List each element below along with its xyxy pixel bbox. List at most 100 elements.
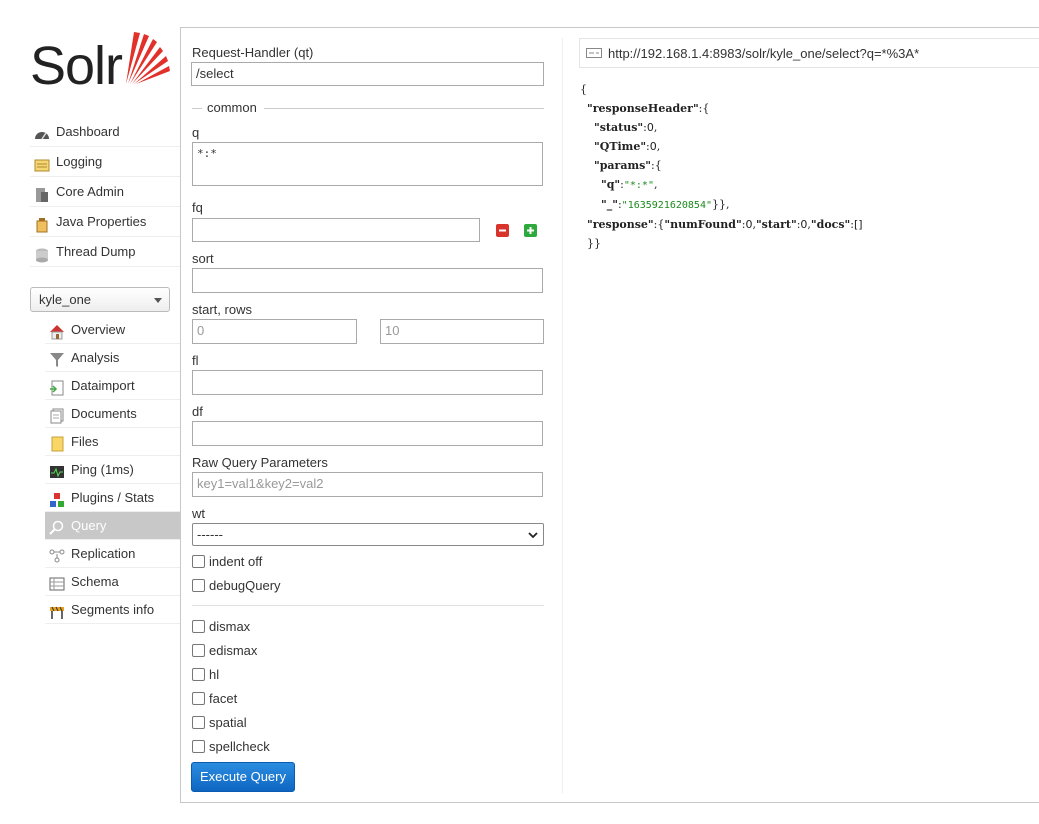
common-fieldset: common bbox=[192, 100, 544, 115]
json-value: 0 bbox=[800, 218, 808, 231]
execute-query-button[interactable]: Execute Query bbox=[191, 762, 295, 792]
core-selector-value: kyle_one bbox=[39, 292, 92, 307]
core-nav-item-schema[interactable]: Schema bbox=[45, 568, 180, 596]
fl-input[interactable] bbox=[192, 370, 543, 395]
checkbox-box[interactable] bbox=[192, 668, 205, 681]
hl-checkbox[interactable]: hl bbox=[192, 667, 219, 682]
json-brace: }} bbox=[587, 237, 601, 250]
core-nav-item-files[interactable]: Files bbox=[45, 428, 180, 456]
nav-label: Query bbox=[71, 517, 107, 533]
checkbox-box[interactable] bbox=[192, 740, 205, 753]
response-json: { "responseHeader":{ "status":0, "QTime"… bbox=[580, 83, 863, 250]
json-key: "q" bbox=[600, 178, 621, 191]
checkbox-label: indent off bbox=[209, 554, 263, 569]
logging-icon bbox=[34, 154, 50, 171]
sort-label: sort bbox=[192, 251, 214, 266]
documents-icon bbox=[49, 406, 65, 423]
core-nav: Overview Analysis Dataimport Documents F… bbox=[45, 316, 180, 624]
checkbox-box[interactable] bbox=[192, 579, 205, 592]
nav-label: Files bbox=[71, 433, 99, 449]
checkbox-box[interactable] bbox=[192, 555, 205, 568]
nav-item-logging[interactable]: Logging bbox=[30, 147, 180, 177]
nav-label: Segments info bbox=[71, 601, 155, 617]
json-key: "docs" bbox=[810, 218, 851, 231]
spellcheck-checkbox[interactable]: spellcheck bbox=[192, 739, 270, 754]
core-nav-item-analysis[interactable]: Analysis bbox=[45, 344, 180, 372]
wt-label: wt bbox=[192, 506, 205, 521]
core-selector[interactable]: kyle_one bbox=[30, 287, 170, 312]
core-nav-item-plugins[interactable]: Plugins / Stats bbox=[45, 484, 180, 512]
json-key: "numFound" bbox=[664, 218, 742, 231]
nav-item-thread-dump[interactable]: Thread Dump bbox=[30, 237, 180, 267]
json-value: "1635921620854" bbox=[621, 200, 712, 211]
checkbox-label: edismax bbox=[209, 643, 258, 658]
query-url-link[interactable]: http://192.168.1.4:8983/solr/kyle_one/se… bbox=[608, 46, 919, 61]
json-value: 0 bbox=[649, 140, 657, 153]
nav-label: Analysis bbox=[71, 349, 120, 365]
nav-label: Logging bbox=[56, 153, 103, 169]
checkbox-box[interactable] bbox=[192, 716, 205, 729]
logo-text: Solr bbox=[30, 36, 123, 96]
overview-icon bbox=[49, 322, 65, 339]
start-input[interactable]: 0 bbox=[192, 319, 357, 344]
json-key: "QTime" bbox=[594, 140, 647, 153]
checkbox-box[interactable] bbox=[192, 644, 205, 657]
nav-item-dashboard[interactable]: Dashboard bbox=[30, 117, 180, 147]
minus-icon bbox=[499, 229, 506, 232]
df-input[interactable] bbox=[192, 421, 543, 446]
ping-icon bbox=[49, 462, 65, 478]
dismax-checkbox[interactable]: dismax bbox=[192, 619, 250, 634]
core-admin-icon bbox=[34, 184, 50, 202]
nav-label: Thread Dump bbox=[56, 243, 136, 259]
json-value: 0 bbox=[745, 218, 753, 231]
json-key: "start" bbox=[755, 218, 797, 231]
core-nav-item-documents[interactable]: Documents bbox=[45, 400, 180, 428]
edismax-checkbox[interactable]: edismax bbox=[192, 643, 257, 658]
chevron-down-icon bbox=[154, 298, 162, 303]
checkbox-label: spatial bbox=[209, 715, 247, 730]
thread-dump-icon bbox=[34, 244, 50, 262]
nav-item-core-admin[interactable]: Core Admin bbox=[30, 177, 180, 207]
nav-label: Dashboard bbox=[56, 123, 120, 139]
solr-logo[interactable]: Solr bbox=[30, 26, 170, 96]
files-icon bbox=[49, 434, 65, 451]
core-nav-item-query[interactable]: Query bbox=[45, 512, 180, 540]
nav-label: Plugins / Stats bbox=[71, 489, 155, 505]
fieldset-line bbox=[192, 108, 202, 109]
remove-fq-button[interactable] bbox=[496, 224, 509, 237]
json-key: "responseHeader" bbox=[587, 102, 699, 115]
add-fq-button[interactable] bbox=[524, 224, 537, 237]
checkbox-box[interactable] bbox=[192, 692, 205, 705]
nav-label: Ping (1ms) bbox=[71, 461, 134, 477]
core-nav-item-ping[interactable]: Ping (1ms) bbox=[45, 456, 180, 484]
nav-item-java-properties[interactable]: Java Properties bbox=[30, 207, 180, 237]
nav-label: Replication bbox=[71, 545, 136, 561]
java-properties-icon bbox=[34, 214, 50, 232]
solr-sun-icon bbox=[126, 32, 170, 84]
raw-params-input[interactable]: key1=val1&key2=val2 bbox=[192, 472, 543, 497]
json-value: 0 bbox=[646, 121, 654, 134]
json-value: "*:*" bbox=[623, 180, 654, 191]
spatial-checkbox[interactable]: spatial bbox=[192, 715, 247, 730]
core-nav-item-overview[interactable]: Overview bbox=[45, 316, 180, 344]
debug-query-checkbox[interactable]: debugQuery bbox=[192, 578, 281, 593]
indent-checkbox[interactable]: indent off bbox=[192, 554, 262, 569]
df-label: df bbox=[192, 404, 203, 419]
sort-input[interactable] bbox=[192, 268, 543, 293]
q-textarea[interactable]: *:* bbox=[192, 142, 543, 186]
core-nav-item-dataimport[interactable]: Dataimport bbox=[45, 372, 180, 400]
link-icon bbox=[586, 48, 602, 58]
raw-params-label: Raw Query Parameters bbox=[192, 455, 328, 470]
checkbox-box[interactable] bbox=[192, 620, 205, 633]
core-nav-item-segments[interactable]: Segments info bbox=[45, 596, 180, 624]
wt-select[interactable]: ------ bbox=[192, 523, 544, 546]
rows-input[interactable]: 10 bbox=[380, 319, 544, 344]
qt-input[interactable]: /select bbox=[191, 62, 544, 86]
panel-divider bbox=[562, 38, 563, 793]
fq-input[interactable] bbox=[192, 218, 480, 242]
core-nav-item-replication[interactable]: Replication bbox=[45, 540, 180, 568]
section-divider bbox=[192, 605, 544, 606]
replication-icon bbox=[49, 546, 65, 562]
wt-select-value: ------ bbox=[197, 527, 223, 542]
facet-checkbox[interactable]: facet bbox=[192, 691, 237, 706]
